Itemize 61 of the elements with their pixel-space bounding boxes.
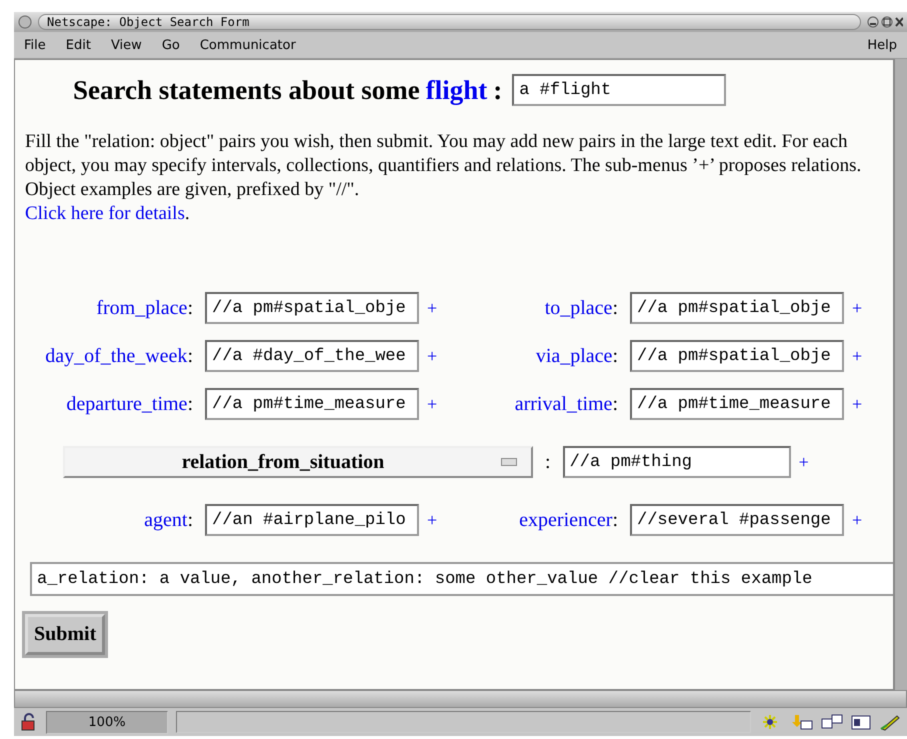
input-field[interactable]: //a pm#time_measure (630, 388, 844, 420)
menu-item[interactable]: Communicator (200, 38, 296, 52)
submit-button[interactable]: Submit (25, 614, 106, 655)
relation-link[interactable]: agent (144, 508, 188, 530)
input-field[interactable]: a #flight (512, 74, 726, 106)
close-icon[interactable] (895, 16, 903, 28)
minimize-icon[interactable] (867, 16, 879, 28)
vertical-scrollbar[interactable] (894, 59, 907, 690)
text-field[interactable]: a_relation: a value, another_relation: some other_value //clear this example (30, 562, 893, 596)
input-field[interactable]: //a pm#thing (562, 446, 791, 478)
add-relation-link[interactable]: + (427, 346, 438, 366)
add-relation-link[interactable]: + (427, 510, 438, 530)
relation-link[interactable]: departure_time (66, 392, 188, 414)
label-colon: : (187, 344, 193, 366)
relation-link[interactable]: experiencer (519, 508, 612, 530)
label-colon: : (612, 392, 618, 414)
input-field[interactable]: //a pm#time_measure (205, 388, 419, 420)
menu-item[interactable]: View (110, 38, 142, 52)
page-heading: Search statements about some (73, 74, 420, 106)
input-field[interactable]: //a pm#spatial_obje (205, 292, 419, 324)
horizontal-scrollbar[interactable] (14, 690, 907, 708)
relation-link[interactable]: via_place (536, 344, 612, 366)
label-colon: : (187, 392, 193, 414)
input-field[interactable]: //a pm#spatial_obje (630, 340, 844, 372)
heading-colon: : (493, 74, 502, 106)
window-title: Netscape: Object Search Form (38, 14, 861, 30)
zoom-level: 100% (46, 710, 168, 734)
input-field[interactable]: //an #airplane_pilo (205, 504, 419, 536)
relation-link[interactable]: from_place (96, 296, 188, 318)
label-colon: : (612, 508, 618, 530)
menu-item[interactable]: File (24, 38, 46, 52)
details-link[interactable]: Click here for details (25, 203, 185, 224)
add-relation-link[interactable]: + (427, 394, 438, 414)
maximize-icon[interactable] (881, 16, 893, 28)
input-field[interactable]: //several #passenge (630, 504, 844, 536)
add-relation-link[interactable]: + (852, 510, 862, 530)
menu-item[interactable]: Edit (66, 38, 91, 52)
add-relation-link[interactable]: + (852, 394, 862, 414)
label-colon: : (187, 296, 193, 318)
input-field[interactable]: //a #day_of_the_wee (205, 340, 419, 372)
address-card-icon[interactable] (851, 713, 871, 731)
menu-item[interactable]: Go (162, 38, 180, 52)
relation-dropdown[interactable]: relation_from_situation (63, 446, 533, 478)
chat-icon[interactable] (821, 713, 843, 731)
add-relation-link[interactable]: + (798, 452, 809, 472)
heading-link[interactable]: flight (426, 74, 488, 106)
separator-colon: : (545, 450, 551, 474)
pen-icon[interactable] (879, 713, 901, 731)
label-colon: : (187, 508, 193, 530)
add-relation-link[interactable]: + (852, 346, 862, 366)
relation-link[interactable]: arrival_time (514, 392, 612, 414)
label-colon: : (612, 296, 618, 318)
relation-link[interactable]: to_place (544, 296, 612, 318)
label-colon: : (612, 344, 618, 366)
add-relation-link[interactable]: + (852, 298, 862, 318)
add-relation-link[interactable]: + (427, 298, 438, 318)
window-menu-icon[interactable] (18, 15, 32, 29)
input-field[interactable]: //a pm#spatial_obje (630, 292, 844, 324)
intro-paragraph: Fill the "relation: object" pairs you wish, then submit. You may add new pairs in the large text edit. For each object, you may specify intervals, collections, quantifiers and relations. The sub-menus ’+’ proposes relations. Object examples are given, prefixed by "//". Click here for details. (25, 130, 862, 226)
relation-link[interactable]: day_of_the_week (45, 344, 188, 366)
menu-item[interactable]: Help (867, 38, 897, 52)
